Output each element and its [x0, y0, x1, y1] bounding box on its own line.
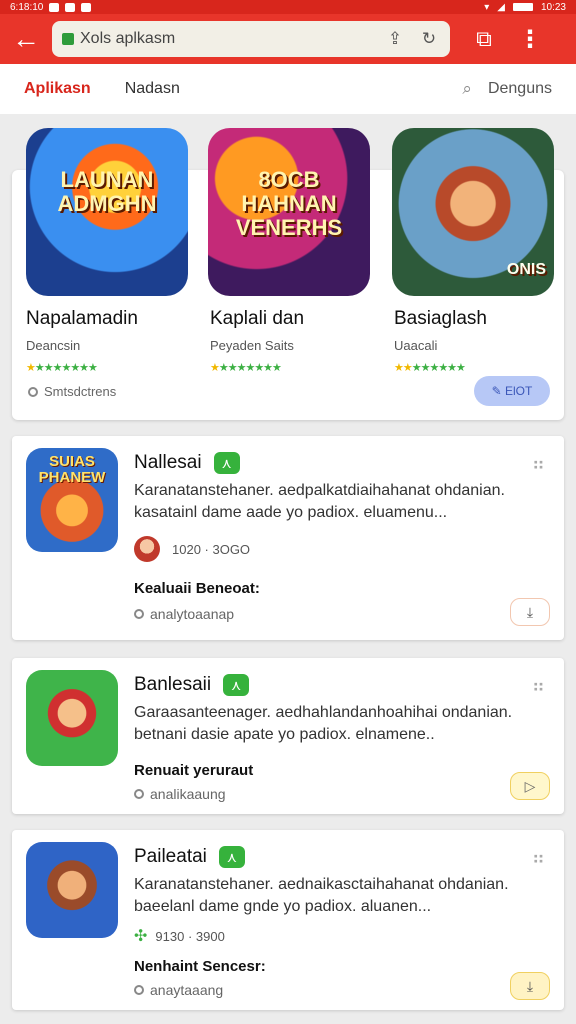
more-options-icon[interactable]: ⠶: [532, 454, 546, 475]
back-arrow-icon[interactable]: ←: [0, 14, 52, 64]
thumbnail-title: SUIAS PHANEW: [38, 453, 106, 486]
featured-app-info: Napalamadin Deancsin ★★★★★★★★: [26, 308, 196, 374]
rating-stars: ★★★★★★★★: [210, 362, 282, 374]
location-icon: [134, 609, 144, 619]
app-subheading: Nenhaint Sencesr:: [134, 958, 266, 975]
app-list-card[interactable]: Paileatai ⋏ ⠶ Karanatanstehaner. aednaik…: [12, 830, 564, 1010]
rating-stars: ★★★★★★★★: [394, 362, 466, 374]
share-icon[interactable]: ⇪: [384, 28, 406, 50]
more-options-icon[interactable]: ⠶: [532, 676, 546, 697]
featured-action-label: ElOT: [505, 384, 533, 398]
notification-icon: [81, 2, 92, 12]
developer-row: anaytaaang: [134, 982, 223, 998]
featured-app-title[interactable]: Kaplali dan: [210, 308, 380, 330]
featured-app-art[interactable]: 8OCB HAHNAN VENERHS: [208, 128, 370, 296]
app-title[interactable]: Nallesai: [134, 452, 202, 474]
featured-app-title[interactable]: Napalamadin: [26, 308, 196, 330]
app-thumbnail[interactable]: [26, 842, 118, 938]
avatar: [134, 536, 160, 562]
app-title-row: Nallesai ⋏: [134, 452, 240, 474]
app-title-row: Paileatai ⋏: [134, 846, 245, 868]
featured-app-title[interactable]: Basiaglash: [394, 308, 564, 330]
more-options-icon[interactable]: ⠶: [532, 848, 546, 869]
location-icon: [28, 386, 38, 397]
app-description: Garaasanteenager. aedhahlandanhoahihai o…: [134, 704, 513, 743]
featured-app-art[interactable]: LAUNAN ADMGHN: [26, 128, 188, 296]
featured-app-subtitle: Deancsin: [26, 338, 81, 353]
featured-footer-text: Smtsdctrens: [44, 384, 117, 399]
app-meta: ✣ 9130 · 3900: [134, 926, 225, 946]
location-icon: [134, 789, 144, 799]
status-time: 6:18:10: [10, 1, 44, 13]
app-thumbnail[interactable]: [26, 670, 118, 766]
secure-lock-icon: [62, 33, 74, 45]
app-list-card[interactable]: SUIAS PHANEW Nallesai ⋏ ⠶ Karanatansteha…: [12, 436, 564, 640]
art-title: LAUNAN ADMGHN: [57, 167, 157, 216]
art-title: 8OCB HAHNAN VENERHS: [235, 167, 343, 240]
verified-badge-icon: ⋏: [218, 846, 245, 868]
tab-right[interactable]: Denguns: [488, 80, 552, 98]
address-text[interactable]: Xols aplkasm: [80, 30, 372, 48]
app-title[interactable]: Banlesaii: [134, 674, 211, 696]
featured-app-info: Basiaglash Uaacali ★★★★★★★★: [394, 308, 564, 374]
featured-app-info: Kaplali dan Peyaden Saits ★★★★★★★★: [210, 308, 380, 374]
developer-name: anaytaaang: [150, 982, 224, 998]
rating-stars: ★★★★★★★★: [26, 362, 98, 374]
developer-name: analytoaanap: [150, 606, 235, 622]
developer-row: analytoaanap: [134, 606, 234, 622]
featured-apps-row: LAUNAN ADMGHN 8OCB HAHNAN VENERHS ONIS N…: [12, 128, 564, 374]
notification-icon: [49, 2, 60, 12]
search-icon[interactable]: ⌕: [462, 79, 472, 99]
featured-app-subtitle: Uaacali: [394, 338, 438, 353]
app-meta: 1020 · 3OGO: [134, 536, 250, 562]
app-stats: 9130 · 3900: [155, 928, 225, 944]
featured-footer: Smtsdctrens: [28, 384, 116, 399]
tab-switcher-icon[interactable]: ⧉: [464, 14, 504, 64]
install-button[interactable]: ⤓: [510, 598, 550, 626]
app-stats: 1020 · 3OGO: [172, 541, 251, 557]
install-button[interactable]: ⤓: [510, 972, 550, 1000]
reload-icon[interactable]: ↻: [418, 28, 440, 50]
install-button[interactable]: ▷: [510, 772, 550, 800]
verified-badge-icon: ⋏: [223, 674, 250, 696]
developer-name: analikaaung: [150, 786, 226, 802]
featured-app-subtitle: Peyaden Saits: [210, 338, 294, 353]
wifi-icon: ▾: [484, 1, 490, 13]
app-description: Karanatanstehaner. aedpalkatdiaihahanat …: [134, 482, 505, 521]
app-thumbnail[interactable]: SUIAS PHANEW: [26, 448, 118, 552]
app-description: Karanatanstehaner. aednaikasctaihahanat …: [134, 876, 509, 915]
status-clock: 10:23: [540, 1, 566, 13]
category-tabs: Aplikasn Nadasn ⌕ Denguns: [0, 64, 576, 114]
verified-badge-icon: ⋏: [213, 452, 240, 474]
overflow-menu-icon[interactable]: ⋮: [510, 14, 550, 64]
app-subheading: Renuait yeruraut: [134, 762, 254, 779]
featured-action-button[interactable]: ✎ ElOT: [474, 376, 550, 406]
notification-icon: [65, 2, 76, 12]
app-title-row: Banlesaii ⋏: [134, 674, 250, 696]
status-bar: 6:18:10 ▾ ◢ 10:23: [0, 0, 576, 14]
leaf-icon: ✣: [134, 928, 148, 945]
art-title: ONIS: [506, 261, 546, 278]
app-title[interactable]: Paileatai: [134, 846, 207, 868]
featured-app-art[interactable]: ONIS: [392, 128, 554, 296]
signal-icon: ◢: [497, 1, 505, 13]
app-list-card[interactable]: Banlesaii ⋏ ⠶ Garaasanteenager. aedhahla…: [12, 658, 564, 814]
tab-apps[interactable]: Aplikasn: [24, 80, 91, 98]
developer-row: analikaaung: [134, 786, 226, 802]
location-icon: [134, 985, 144, 995]
edit-icon: ✎: [491, 384, 506, 398]
app-subheading: Kealuaii Beneoat:: [134, 580, 260, 597]
battery-icon: [512, 3, 533, 11]
tab-second[interactable]: Nadasn: [125, 80, 180, 98]
browser-toolbar: ← Xols aplkasm ⇪ ↻ ⧉ ⋮: [0, 14, 576, 64]
address-bar[interactable]: Xols aplkasm ⇪ ↻: [52, 21, 450, 57]
